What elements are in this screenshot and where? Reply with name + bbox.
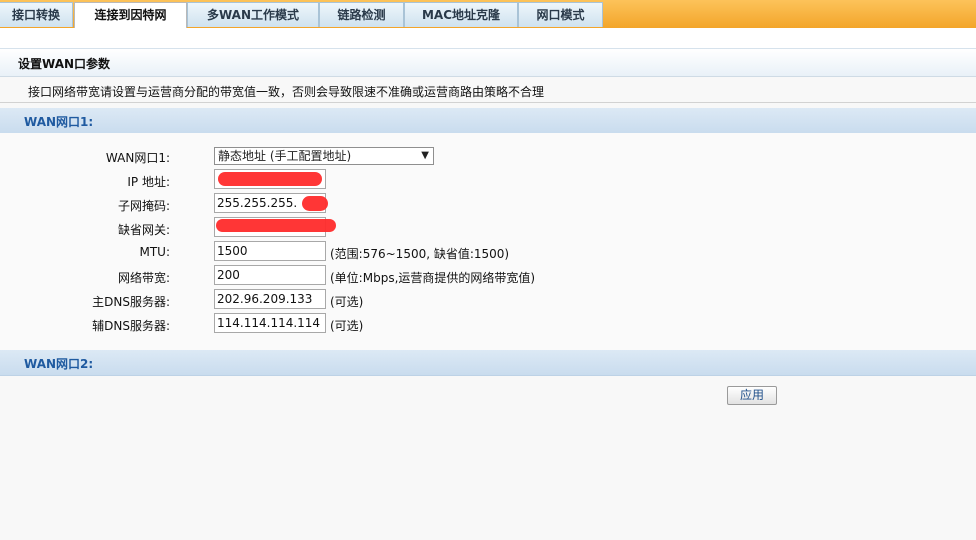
bandwidth-input[interactable]	[214, 265, 326, 285]
wan2-header[interactable]: WAN网口2:	[0, 350, 976, 376]
redaction-mark	[302, 196, 328, 211]
section-title: 设置WAN口参数	[18, 57, 111, 71]
ip-label: IP 地址:	[127, 175, 170, 189]
divider	[0, 102, 976, 103]
mask-label: 子网掩码:	[117, 199, 170, 213]
dropdown-arrow-icon: ▼	[421, 150, 429, 161]
bandwidth-hint: (单位:Mbps,运营商提供的网络带宽值)	[330, 271, 536, 285]
tab-connect-internet[interactable]: 连接到因特网	[74, 2, 187, 28]
dns1-label: 主DNS服务器:	[92, 295, 170, 309]
section-header: 设置WAN口参数	[0, 48, 976, 77]
wan1-mode-label: WAN网口1:	[105, 151, 170, 165]
bandwidth-label: 网络带宽:	[117, 271, 170, 285]
wan1-mode-value: 静态地址 (手工配置地址)	[218, 149, 352, 163]
dns2-hint: (可选)	[330, 319, 364, 333]
gateway-label: 缺省网关:	[117, 223, 170, 237]
apply-button[interactable]: 应用	[727, 386, 777, 405]
spacer-band	[0, 28, 976, 48]
wan1-header: WAN网口1:	[0, 108, 976, 134]
tab-interface-convert[interactable]: 接口转换	[0, 2, 73, 27]
bandwidth-notice: 接口网络带宽请设置与运营商分配的带宽值一致，否则会导致限速不准确或运营商路由策略…	[28, 85, 545, 99]
dns1-input[interactable]	[214, 289, 326, 309]
mtu-hint: (范围:576~1500, 缺省值:1500)	[330, 247, 510, 261]
redaction-mark	[216, 219, 336, 232]
dns2-label: 辅DNS服务器:	[92, 319, 170, 333]
tab-multi-wan-mode[interactable]: 多WAN工作模式	[187, 2, 319, 27]
tab-bar: 接口转换 连接到因特网 多WAN工作模式 链路检测 MAC地址克隆 网口模式	[0, 0, 976, 29]
tab-port-mode[interactable]: 网口模式	[518, 2, 603, 27]
redaction-mark	[218, 172, 322, 186]
mtu-label: MTU:	[139, 245, 170, 259]
wan1-mode-select[interactable]: 静态地址 (手工配置地址) ▼	[214, 147, 434, 165]
tab-mac-clone[interactable]: MAC地址克隆	[404, 2, 518, 27]
dns1-hint: (可选)	[330, 295, 364, 309]
wan2-header-title: WAN网口2:	[24, 357, 94, 371]
tab-link-detect[interactable]: 链路检测	[319, 2, 404, 27]
mtu-input[interactable]	[214, 241, 326, 261]
dns2-input[interactable]	[214, 313, 326, 333]
wan1-header-title: WAN网口1:	[24, 115, 94, 129]
